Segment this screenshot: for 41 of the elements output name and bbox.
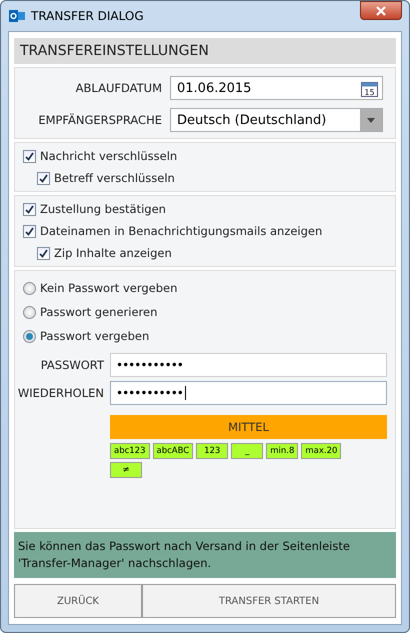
radio-label[interactable]: Passwort generieren [40, 305, 158, 319]
field-label: WIEDERHOLEN [16, 386, 105, 400]
password-field[interactable]: ••••••••••• [110, 381, 387, 405]
app-icon [9, 9, 25, 23]
close-button[interactable] [360, 1, 402, 20]
checkbox-label[interactable]: Zustellung bestätigen [40, 202, 166, 216]
checkbox-label[interactable]: Nachricht verschlüsseln [40, 149, 178, 163]
checkbox[interactable] [23, 202, 36, 216]
field-label: EMPFÄNGERSPRACHE [37, 113, 163, 127]
rule-tag: _ [231, 443, 264, 459]
field-label: PASSWORT [40, 358, 105, 372]
checkbox[interactable] [23, 150, 36, 162]
radio-button[interactable] [23, 330, 36, 342]
checkbox[interactable] [23, 224, 36, 238]
checkbox[interactable] [37, 172, 50, 184]
rule-tag: max.20 [301, 443, 342, 459]
language-dropdown[interactable]: Deutsch (Deutschland) [170, 108, 383, 132]
rule-tag: ≠ [110, 462, 142, 478]
date-field[interactable]: 01.06.2015 15 [170, 76, 383, 100]
rule-tag: abcABC [152, 443, 194, 459]
strength-bar: MITTEL [110, 415, 387, 439]
calendar-icon[interactable]: 15 [361, 80, 378, 96]
checkbox-label[interactable]: Betreff verschlüsseln [54, 171, 175, 185]
checkbox-label[interactable]: Zip Inhalte anzeigen [54, 246, 172, 260]
rule-tag: min.8 [266, 443, 298, 459]
rule-tag: abc123 [110, 443, 150, 459]
radio-label[interactable]: Kein Passwort vergeben [40, 281, 178, 295]
checkbox[interactable] [37, 246, 50, 260]
radio-button[interactable] [23, 282, 36, 294]
rule-tag: 123 [196, 443, 228, 459]
window-title: TRANSFER DIALOG [31, 9, 144, 23]
checkbox-label[interactable]: Dateinamen in Benachrichtigungsmails anzeigen [40, 224, 322, 238]
section-header: TRANSFEREINSTELLUNGEN [14, 38, 396, 64]
radio-label[interactable]: Passwort vergeben [40, 329, 150, 343]
password-field[interactable]: ••••••••••• [110, 353, 387, 377]
nav-button[interactable]: TRANSFER STARTEN [142, 584, 396, 618]
info-message: Sie können das Passwort nach Versand in der Seitenleiste 'Transfer-Manager' nachschlagen. [14, 532, 396, 578]
close-icon[interactable] [376, 6, 386, 16]
field-label: ABLAUFDATUM [74, 81, 163, 95]
radio-button[interactable] [23, 306, 36, 318]
nav-button[interactable]: ZURÜCK [14, 584, 142, 618]
